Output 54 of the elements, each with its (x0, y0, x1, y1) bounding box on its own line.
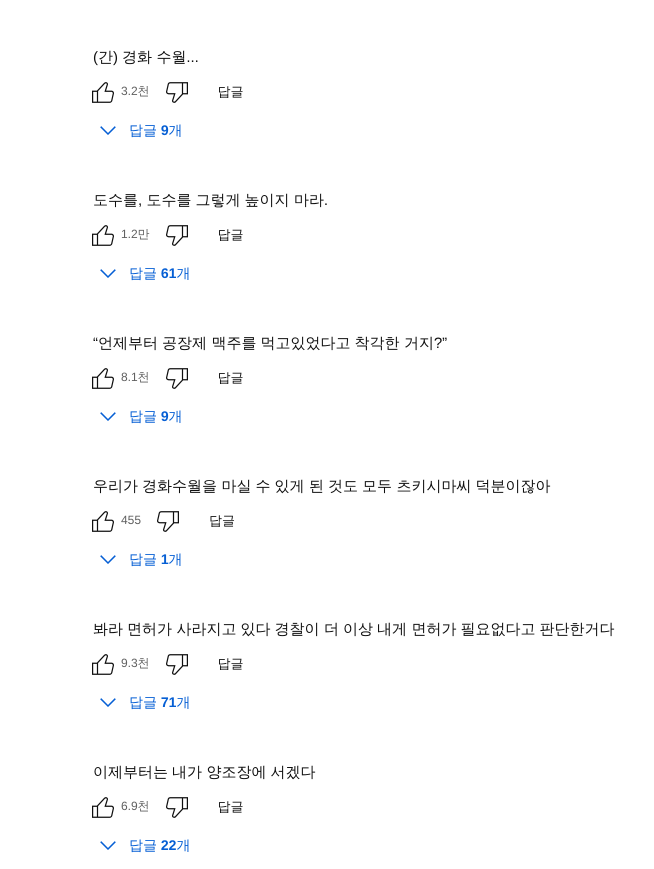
like-button[interactable] (92, 82, 114, 102)
view-replies-button[interactable]: 답글 9개 (92, 398, 195, 434)
thumbs-down-icon (166, 368, 188, 388)
like-button[interactable] (92, 510, 114, 532)
like-count: 3.2천 (121, 83, 150, 99)
like-button[interactable] (92, 654, 114, 674)
chevron-down-icon (100, 698, 116, 706)
dislike-button[interactable] (166, 224, 188, 246)
thumbs-down-icon (166, 82, 188, 102)
like-count: 1.2만 (121, 226, 150, 242)
view-replies-button[interactable]: 답글 61개 (92, 255, 202, 291)
like-count: 9.3천 (121, 655, 150, 671)
thumbs-up-icon (92, 510, 114, 532)
like-count: 455 (121, 512, 142, 528)
dislike-button[interactable] (166, 654, 188, 674)
like-button[interactable] (92, 796, 114, 818)
comment-text: 이제부터는 내가 양조장에 서겠다 (93, 763, 316, 783)
thumbs-down-icon (166, 796, 188, 818)
chevron-down-icon (100, 412, 116, 420)
reply-button[interactable]: 답글 (202, 76, 260, 108)
view-replies-button[interactable]: 답글 9개 (92, 112, 195, 148)
like-count: 6.9천 (121, 798, 150, 814)
comment-text: 도수를, 도수를 그렇게 높이지 마라. (93, 191, 328, 211)
thumbs-up-icon (92, 224, 114, 246)
reply-button[interactable]: 답글 (202, 648, 260, 680)
dislike-button[interactable] (166, 368, 188, 388)
comment-text: (간) 경화 수월... (93, 48, 199, 68)
comment-text: 우리가 경화수월을 마실 수 있게 된 것도 모두 츠키시마씨 덕분이잖아 (93, 477, 551, 497)
view-replies-button[interactable]: 답글 22개 (92, 827, 202, 863)
reply-button[interactable]: 답글 (193, 505, 252, 537)
thumbs-up-icon (92, 654, 114, 674)
comment-text: “언제부터 공장제 맥주를 먹고있었다고 착각한 거지?” (93, 334, 448, 354)
reply-button[interactable]: 답글 (202, 219, 260, 251)
view-replies-button[interactable]: 답글 71개 (92, 684, 202, 720)
like-count: 8.1천 (121, 369, 150, 385)
like-button[interactable] (92, 368, 114, 388)
dislike-button[interactable] (157, 510, 180, 532)
thumbs-up-icon (92, 368, 114, 388)
thumbs-down-icon (157, 510, 180, 532)
thumbs-up-icon (92, 82, 114, 102)
chevron-down-icon (100, 126, 116, 134)
dislike-button[interactable] (166, 82, 188, 102)
reply-button[interactable]: 답글 (202, 362, 260, 394)
dislike-button[interactable] (166, 796, 188, 818)
reply-button[interactable]: 답글 (202, 791, 260, 823)
chevron-down-icon (100, 554, 116, 564)
thumbs-down-icon (166, 224, 188, 246)
chevron-down-icon (100, 840, 116, 850)
like-button[interactable] (92, 224, 114, 246)
chevron-down-icon (100, 268, 116, 278)
thumbs-up-icon (92, 796, 114, 818)
view-replies-button[interactable]: 답글 1개 (92, 541, 195, 577)
comment-text: 봐라 면허가 사라지고 있다 경찰이 더 이상 내게 면허가 필요없다고 판단한거다 (93, 620, 615, 640)
thumbs-down-icon (166, 654, 188, 674)
